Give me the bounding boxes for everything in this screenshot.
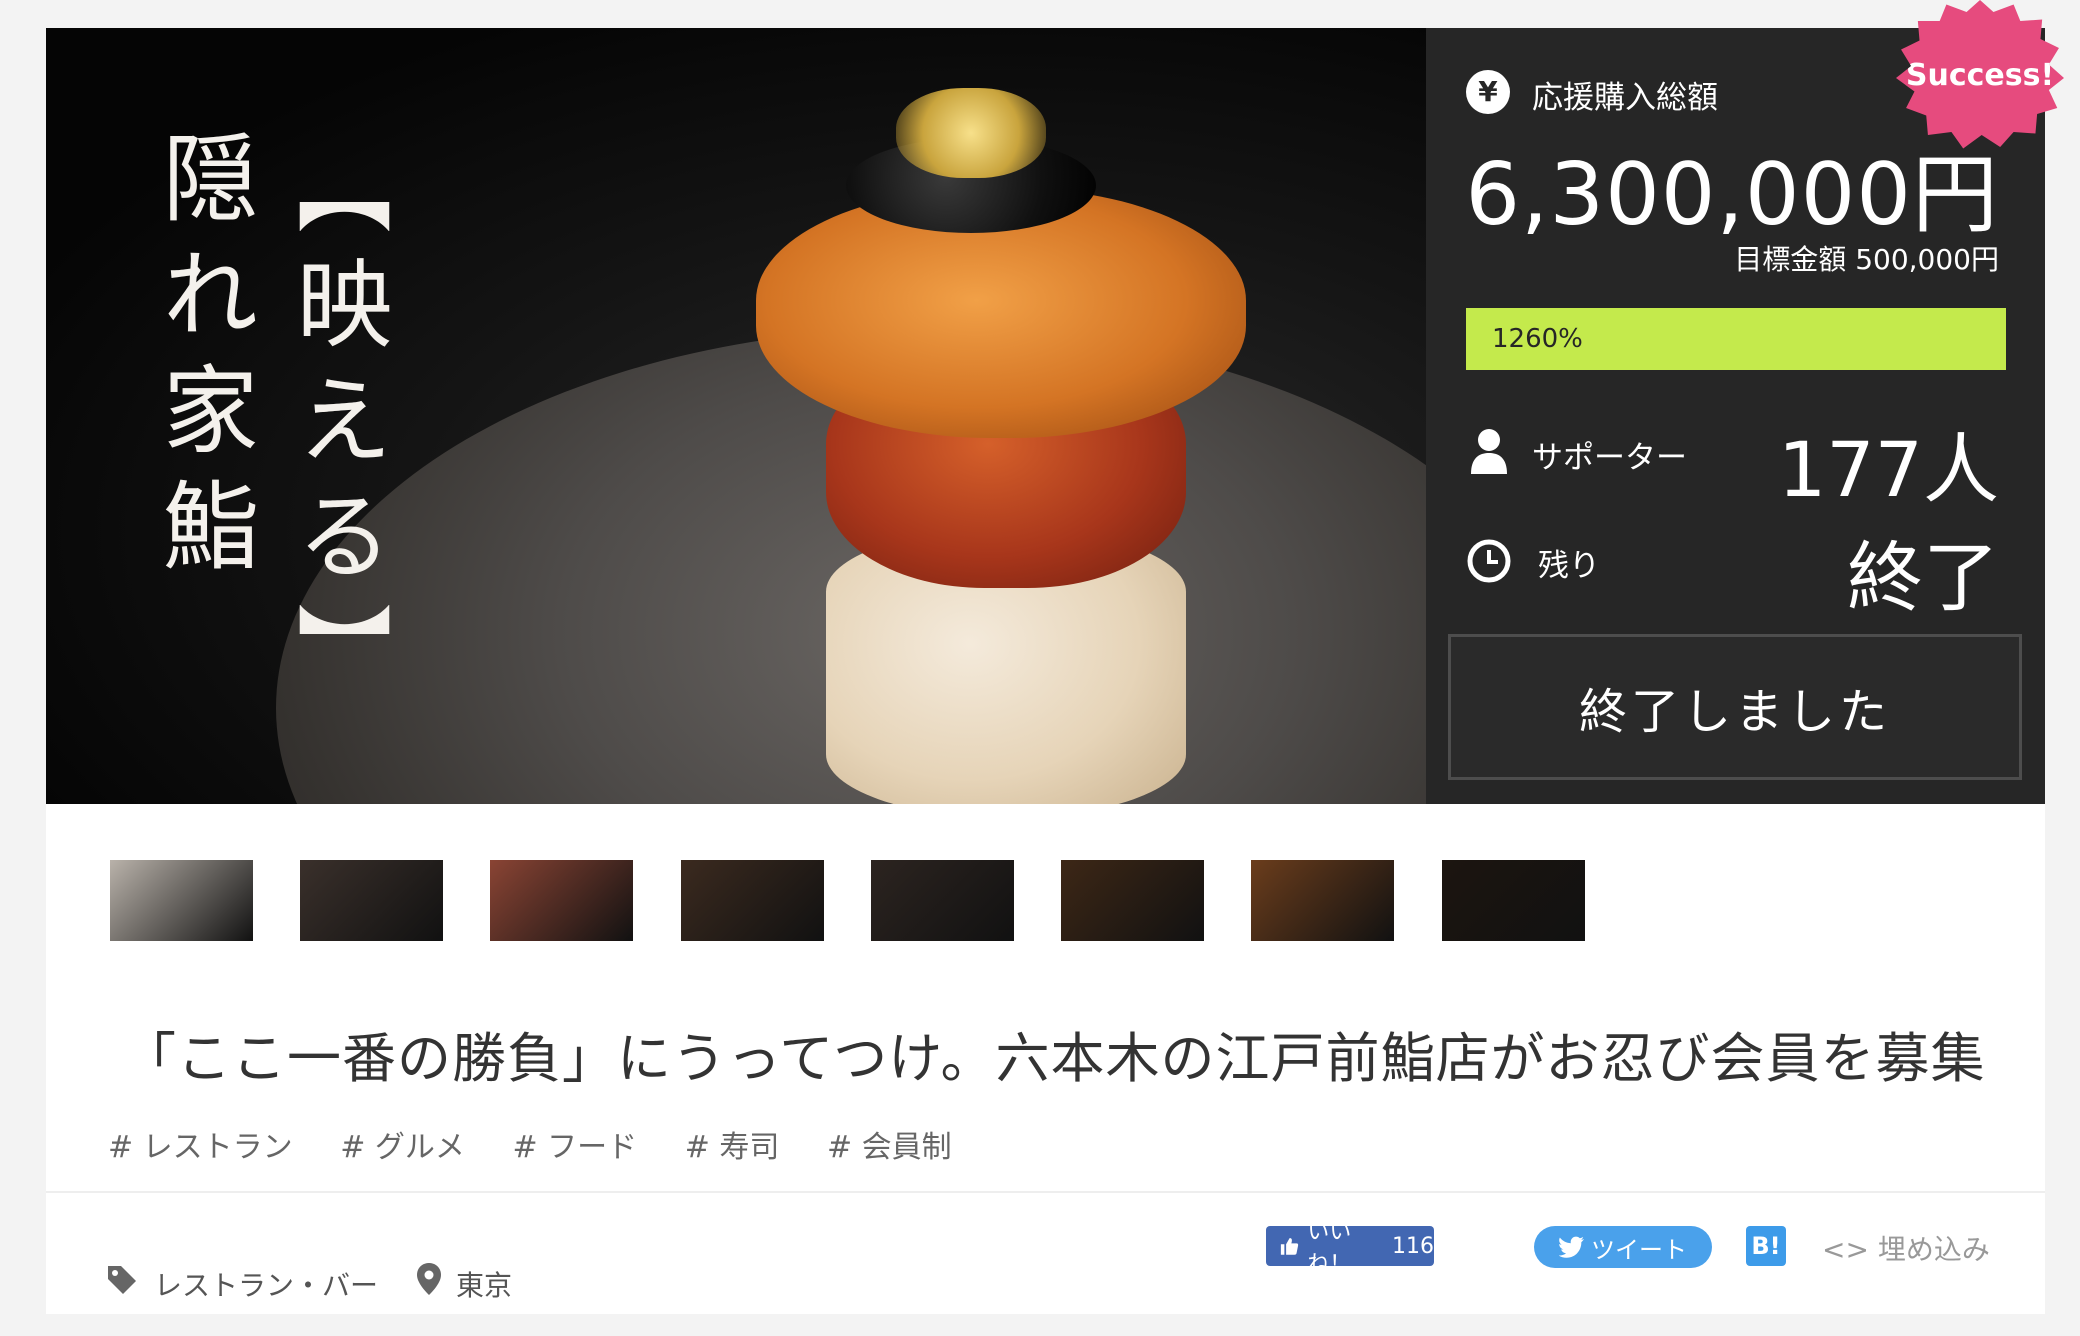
thumb-dining-room[interactable] (1251, 860, 1394, 941)
facebook-like-label: いいね！ (1307, 1220, 1352, 1277)
hero-title-line2: 【映える】 (280, 138, 392, 718)
hero-title-line1: 隠れ家鮨 (146, 128, 258, 592)
thumb-counter[interactable] (681, 860, 824, 941)
divider (46, 1191, 2045, 1193)
progress-label: 1260% (1492, 324, 1583, 354)
tag-link[interactable]: # レストラン (108, 1122, 293, 1166)
remaining-label: 残り (1538, 548, 1600, 584)
embed-label: 埋め込み (1877, 1233, 1990, 1266)
code-brackets-icon: <> (1822, 1233, 1869, 1266)
tweet-button[interactable]: ツイート (1534, 1226, 1712, 1268)
gold-leaf-shape (896, 88, 1046, 178)
thumbs-up-icon (1280, 1238, 1299, 1255)
ended-button[interactable]: 終了しました (1448, 634, 2022, 780)
tag-link[interactable]: # フード (512, 1122, 637, 1166)
thumb-corridor[interactable] (1061, 860, 1204, 941)
thumb-pouring[interactable] (871, 860, 1014, 941)
tag-icon (108, 1266, 136, 1294)
thumb-entrance[interactable] (1442, 860, 1585, 941)
person-icon (1471, 429, 1507, 474)
facebook-like-button[interactable]: いいね！ 116 (1266, 1220, 1434, 1277)
project-title: 「ここ一番の勝負」にうってつけ。六本木の江戸前鮨店がお忍び会員を募集 (122, 1027, 1986, 1090)
remaining-value: 終了 (1847, 533, 1999, 622)
thumb-hands-sushi[interactable] (300, 860, 443, 941)
twitter-bird-icon (1559, 1236, 1584, 1258)
goal-amount: 目標金額 500,000円 (1734, 243, 1999, 276)
supporters-value: 177人 (1777, 425, 1999, 514)
tag-link[interactable]: # 寿司 (685, 1122, 780, 1166)
progress-bar: 1260% (1466, 308, 2006, 370)
total-amount: 6,300,000円 (1465, 145, 1999, 245)
embed-link[interactable]: <> 埋め込み (1822, 1228, 1990, 1268)
thumb-nigiri[interactable] (490, 860, 633, 941)
hatena-bookmark-button[interactable]: B! (1746, 1226, 1786, 1266)
tweet-label: ツイート (1591, 1235, 1687, 1264)
location-link[interactable]: 東京 (456, 1264, 512, 1304)
location-pin-icon (417, 1263, 441, 1295)
funding-panel: ¥ 応援購入総額 6,300,000円 目標金額 500,000円 1260% … (1426, 28, 2045, 804)
tag-list: # レストラン # グルメ # フード # 寿司 # 会員制 (108, 1122, 990, 1166)
clock-icon (1467, 539, 1511, 583)
yen-icon: ¥ (1466, 70, 1510, 114)
hero-image[interactable]: 隠れ家鮨 【映える】 (46, 28, 1426, 804)
facebook-like-count: 116 (1392, 1233, 1434, 1259)
project-card: 隠れ家鮨 【映える】 ¥ 応援購入総額 6,300,000円 目標金額 500,… (46, 28, 2045, 1314)
tag-link[interactable]: # 会員制 (827, 1122, 952, 1166)
thumb-hero[interactable] (110, 860, 253, 941)
category-link[interactable]: レストラン・バー (154, 1264, 378, 1304)
tag-link[interactable]: # グルメ (340, 1122, 465, 1166)
supporters-label: サポーター (1532, 440, 1687, 476)
total-label: 応援購入総額 (1532, 80, 1718, 116)
